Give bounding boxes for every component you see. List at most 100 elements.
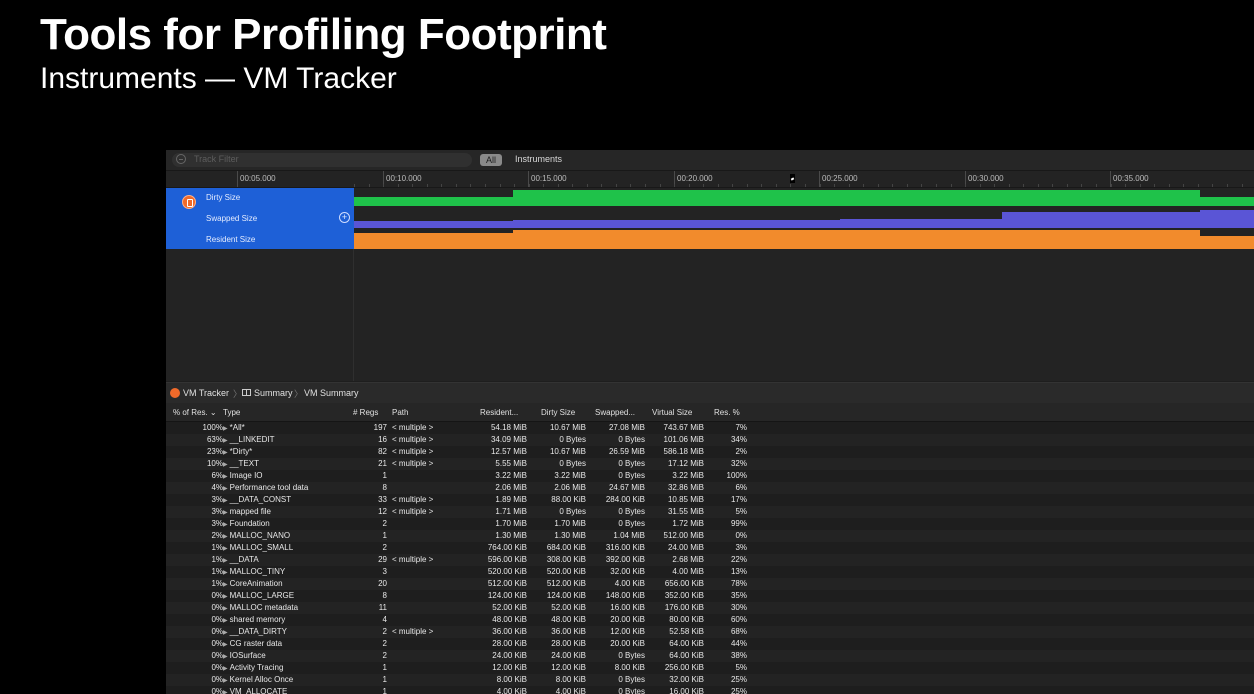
column-header-resident[interactable]: Resident... — [480, 408, 518, 417]
cell-res-percent: 38% — [730, 651, 747, 660]
instruments-scope-button[interactable]: Instruments — [515, 154, 562, 164]
table-row[interactable]: 1% ▶ __DATA 29 < multiple > 596.00 KiB 308.00 … — [166, 554, 1254, 566]
table-row[interactable]: 0% ▶ MALLOC_LARGE 8 124.00 KiB 124.00 KiB 148.… — [166, 590, 1254, 602]
type-label: __DATA_CONST — [229, 495, 292, 504]
cell-dirty-size: 52.00 KiB — [551, 603, 586, 612]
table-row[interactable]: 4% ▶ Performance tool data 8 2.06 MiB 2.06 Mi… — [166, 482, 1254, 494]
table-row[interactable]: 0% ▶ IOSurface 2 24.00 KiB 24.00 KiB 0 Bytes 64… — [166, 650, 1254, 662]
type-label: IOSurface — [229, 651, 266, 660]
breadcrumb-vm-tracker[interactable]: VM Tracker — [183, 388, 229, 398]
table-row[interactable]: 0% ▶ MALLOC metadata 11 52.00 KiB 52.00 KiB 16… — [166, 602, 1254, 614]
table-row[interactable]: 0% ▶ __DATA_DIRTY 2 < multiple > 36.00 KiB 36.… — [166, 626, 1254, 638]
table-row[interactable]: 3% ▶ mapped file 12 < multiple > 1.71 MiB 0 By… — [166, 506, 1254, 518]
cell-type: ▶ MALLOC_TINY — [223, 567, 285, 576]
track-graph-area[interactable] — [354, 188, 1254, 381]
disclosure-triangle-icon[interactable]: ▶ — [223, 618, 228, 624]
ruler-minor-tick — [1140, 184, 1141, 187]
disclosure-triangle-icon[interactable]: ▶ — [223, 510, 228, 516]
table-row[interactable]: 10% ▶ __TEXT 21 < multiple > 5.55 MiB 0 Bytes 0… — [166, 458, 1254, 470]
disclosure-triangle-icon[interactable]: ▶ — [223, 690, 228, 694]
column-header-res-percent[interactable]: Res. % — [714, 408, 740, 417]
disclosure-triangle-icon[interactable]: ▶ — [223, 606, 228, 612]
dirty-size-graph — [1001, 190, 1200, 206]
table-row[interactable]: 100% ▶ *All* 197 < multiple > 54.18 MiB 10.67 … — [166, 422, 1254, 434]
disclosure-triangle-icon[interactable]: ▶ — [223, 522, 228, 528]
table-row[interactable]: 3% ▶ __DATA_CONST 33 < multiple > 1.89 MiB 88.… — [166, 494, 1254, 506]
timeline-ruler[interactable]: 00:05.000 00:10.000 00:15.000 00:20.000 00:2… — [166, 171, 1254, 188]
cell-virtual-size: 176.00 KiB — [664, 603, 704, 612]
disclosure-triangle-icon[interactable]: ▶ — [223, 642, 228, 648]
disclosure-triangle-icon[interactable]: ▶ — [223, 570, 228, 576]
table-row[interactable]: 0% ▶ VM_ALLOCATE 1 4.00 KiB 4.00 KiB 0 Bytes 16… — [166, 686, 1254, 694]
disclosure-triangle-icon[interactable]: ▶ — [223, 594, 228, 600]
cell-percent-res: 0% — [211, 675, 223, 684]
table-row[interactable]: 6% ▶ Image IO 1 3.22 MiB 3.22 MiB 0 Bytes 3.22 … — [166, 470, 1254, 482]
playhead-marker[interactable] — [790, 174, 795, 183]
column-header-regs[interactable]: # Regs — [353, 408, 378, 417]
vm-tracker-track-header[interactable]: Dirty Size Swapped Size Resident Size + — [166, 188, 354, 249]
cell-resident: 764.00 KiB — [487, 543, 527, 552]
cell-dirty-size: 0 Bytes — [559, 459, 586, 468]
table-row[interactable]: 3% ▶ Foundation 2 1.70 MiB 1.70 MiB 0 Bytes 1.7… — [166, 518, 1254, 530]
table-row[interactable]: 1% ▶ MALLOC_SMALL 2 764.00 KiB 684.00 KiB 316.… — [166, 542, 1254, 554]
cell-resident: 124.00 KiB — [487, 591, 527, 600]
disclosure-triangle-icon[interactable]: ▶ — [223, 630, 228, 636]
disclosure-triangle-icon[interactable]: ▶ — [223, 558, 228, 564]
disclosure-triangle-icon[interactable]: ▶ — [223, 654, 228, 660]
disclosure-triangle-icon[interactable]: ▶ — [223, 426, 228, 432]
ruler-minor-tick — [1154, 184, 1155, 187]
column-header-type[interactable]: Type — [223, 408, 240, 417]
disclosure-triangle-icon[interactable]: ▶ — [223, 438, 228, 444]
type-label: __TEXT — [229, 459, 259, 468]
ruler-minor-tick — [1081, 184, 1082, 187]
cell-virtual-size: 24.00 MiB — [667, 543, 704, 552]
vm-tracker-icon — [170, 388, 180, 398]
ruler-minor-tick — [645, 184, 646, 187]
ruler-minor-tick — [529, 184, 530, 187]
disclosure-triangle-icon[interactable]: ▶ — [223, 678, 228, 684]
column-header-percent-res[interactable]: % of Res. ⌄ — [173, 408, 217, 417]
cell-dirty-size: 1.70 MiB — [554, 519, 586, 528]
disclosure-triangle-icon[interactable]: ▶ — [223, 582, 228, 588]
disclosure-triangle-icon[interactable]: ▶ — [223, 450, 228, 456]
table-row[interactable]: 63% ▶ __LINKEDIT 16 < multiple > 34.09 MiB 0 B… — [166, 434, 1254, 446]
disclosure-triangle-icon[interactable]: ▶ — [223, 498, 228, 504]
column-header-virtual-size[interactable]: Virtual Size — [652, 408, 692, 417]
ruler-minor-tick — [412, 184, 413, 187]
table-row[interactable]: 0% ▶ Activity Tracing 1 12.00 KiB 12.00 KiB 8.… — [166, 662, 1254, 674]
disclosure-triangle-icon[interactable]: ▶ — [223, 462, 228, 468]
breadcrumb-vm-summary[interactable]: VM Summary — [304, 388, 359, 398]
disclosure-triangle-icon[interactable]: ▶ — [223, 666, 228, 672]
cell-virtual-size: 586.18 MiB — [663, 447, 704, 456]
cell-regs: 3 — [382, 567, 387, 576]
type-label: MALLOC metadata — [229, 603, 299, 612]
column-header-swapped[interactable]: Swapped... — [595, 408, 635, 417]
table-row[interactable]: 1% ▶ MALLOC_TINY 3 520.00 KiB 520.00 KiB 32.00… — [166, 566, 1254, 578]
disclosure-triangle-icon[interactable]: ▶ — [223, 534, 228, 540]
swapped-size-graph — [1200, 210, 1254, 228]
type-label: Performance tool data — [229, 483, 309, 492]
table-row[interactable]: 0% ▶ Kernel Alloc Once 1 8.00 KiB 8.00 KiB 0 B… — [166, 674, 1254, 686]
disclosure-triangle-icon[interactable]: ▶ — [223, 474, 228, 480]
table-row[interactable]: 0% ▶ CG raster data 2 28.00 KiB 28.00 KiB 20.0… — [166, 638, 1254, 650]
ruler-minor-tick — [1023, 184, 1024, 187]
column-header-path[interactable]: Path — [392, 408, 408, 417]
disclosure-triangle-icon[interactable]: ▶ — [223, 486, 228, 492]
add-track-plus-icon[interactable]: + — [339, 212, 350, 223]
table-row[interactable]: 2% ▶ MALLOC_NANO 1 1.30 MiB 1.30 MiB 1.04 MiB 5… — [166, 530, 1254, 542]
table-row[interactable]: 0% ▶ shared memory 4 48.00 KiB 48.00 KiB 20.00… — [166, 614, 1254, 626]
all-scope-button[interactable]: All — [480, 154, 502, 166]
breadcrumb-summary[interactable]: Summary — [254, 388, 293, 398]
column-header-dirty-size[interactable]: Dirty Size — [541, 408, 575, 417]
table-row[interactable]: 23% ▶ *Dirty* 82 < multiple > 12.57 MiB 10.67 … — [166, 446, 1254, 458]
cell-swapped: 12.00 KiB — [610, 627, 645, 636]
track-filter-input[interactable]: Track Filter — [172, 153, 472, 167]
cell-virtual-size: 256.00 KiB — [664, 663, 704, 672]
cell-path: < multiple > — [392, 423, 434, 432]
disclosure-triangle-icon[interactable]: ▶ — [223, 546, 228, 552]
ruler-minor-tick — [1009, 184, 1010, 187]
cell-type: ▶ mapped file — [223, 507, 271, 516]
cell-dirty-size: 4.00 KiB — [555, 687, 586, 694]
table-row[interactable]: 1% ▶ CoreAnimation 20 512.00 KiB 512.00 KiB 4.… — [166, 578, 1254, 590]
ruler-minor-tick — [907, 184, 908, 187]
